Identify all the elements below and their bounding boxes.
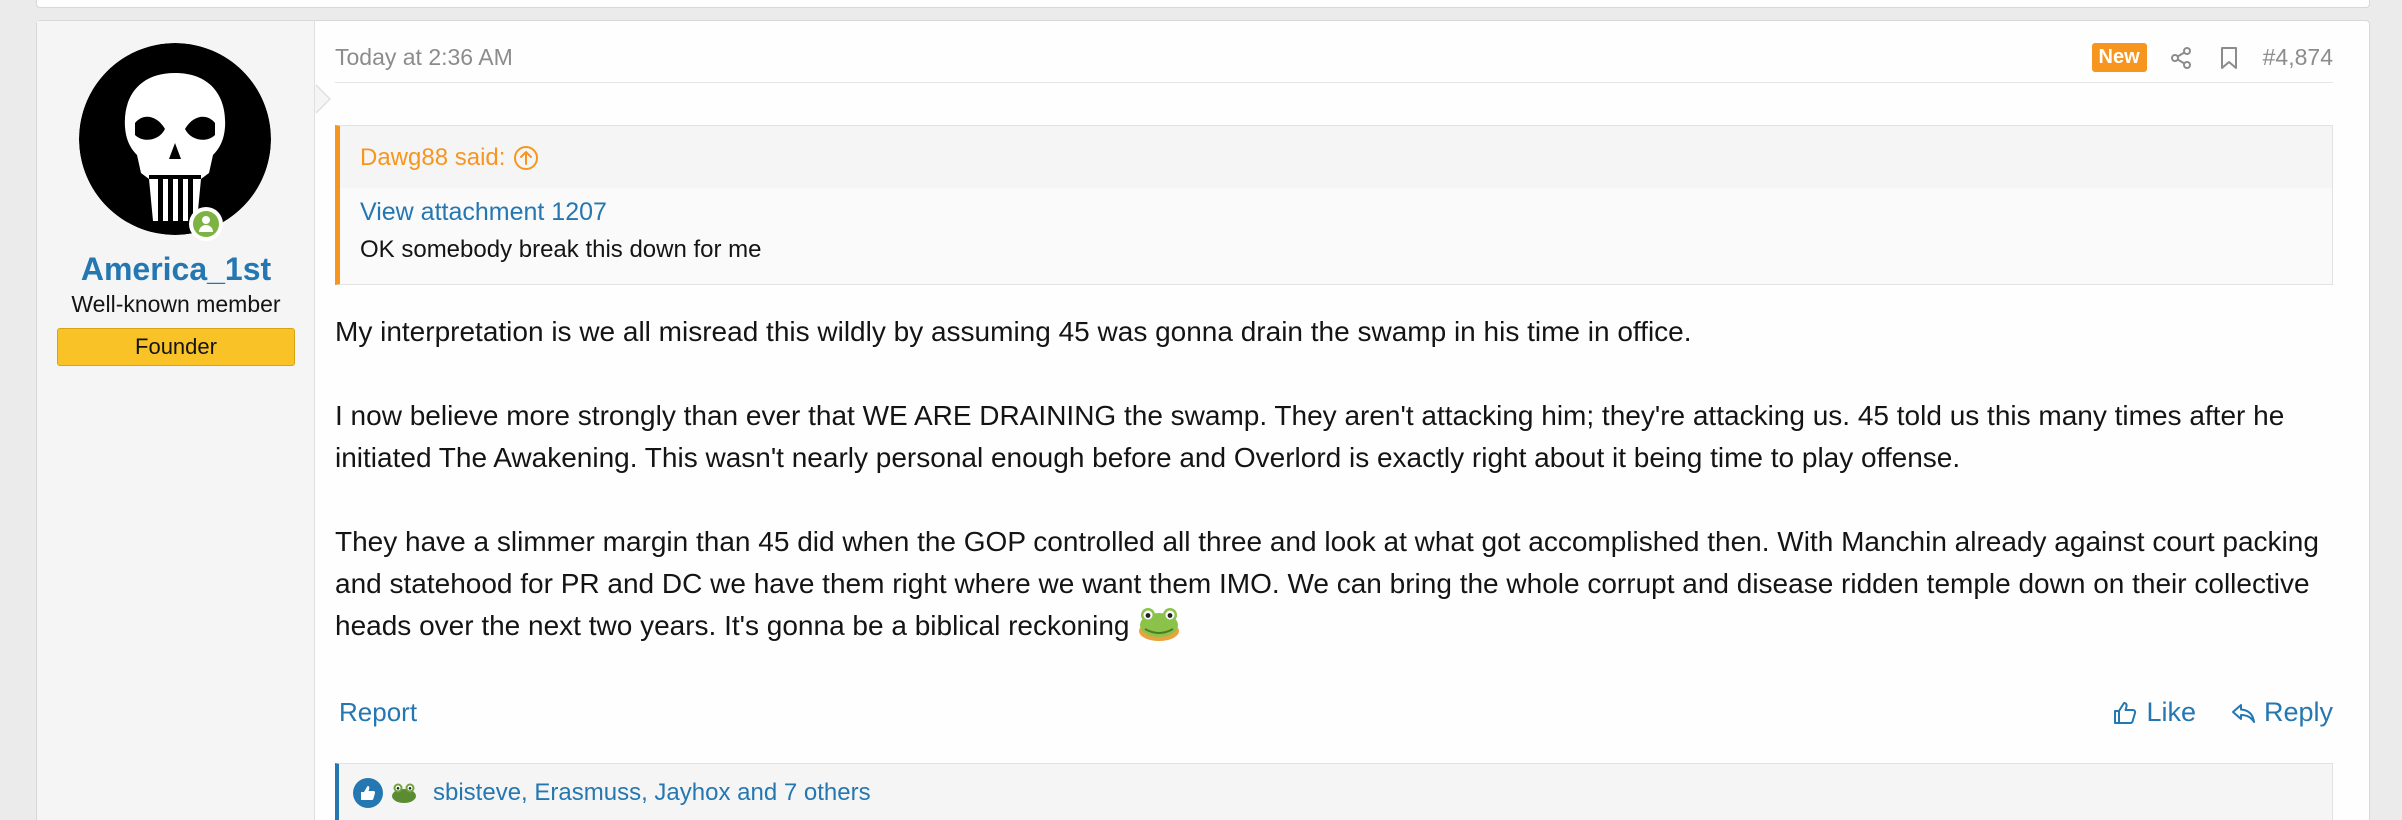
report-link[interactable]: Report (339, 697, 417, 728)
user-cell-arrow (315, 85, 329, 113)
footer-actions: Like Reply (2112, 697, 2333, 728)
user-banner: Founder (57, 328, 295, 366)
post-header: Today at 2:36 AM New #4,874 (335, 43, 2333, 83)
attachment-link[interactable]: View attachment 1207 (360, 198, 607, 227)
like-label: Like (2146, 697, 2196, 727)
reaction-user-link[interactable]: Erasmuss (534, 779, 641, 806)
avatar-punisher-skull (79, 43, 271, 235)
new-badge: New (2091, 43, 2147, 72)
quote-text: OK somebody break this down for me (360, 236, 762, 263)
frog-reaction-icon (392, 783, 416, 803)
post-footer: Report Like Reply (335, 691, 2333, 741)
post-timestamp[interactable]: Today at 2:36 AM (335, 44, 513, 71)
reaction-others-link[interactable]: and 7 others (737, 779, 870, 806)
post-actions: New #4,874 (2091, 43, 2333, 72)
post-number-link[interactable]: #4,874 (2263, 44, 2333, 71)
username-link[interactable]: America_1st (37, 251, 315, 288)
message-paragraph: My interpretation is we all misread this… (335, 316, 1692, 347)
thumbs-up-icon (2114, 701, 2137, 724)
message-paragraph: I now believe more strongly than ever th… (335, 400, 2285, 473)
like-button[interactable]: Like (2112, 697, 2196, 728)
forum-post: America_1st Well-known member Founder To… (36, 20, 2370, 820)
reaction-separator: , (521, 779, 535, 806)
online-icon (189, 207, 223, 241)
quote-author[interactable]: Dawg88 said: (360, 144, 505, 172)
message-paragraph-last: They have a slimmer margin than 45 did w… (335, 521, 2339, 647)
reply-icon (2231, 703, 2255, 723)
quote-block: Dawg88 said: View attachment 1207 OK som… (335, 125, 2333, 285)
user-title: Well-known member (71, 291, 281, 317)
quote-body: View attachment 1207 OK somebody break t… (340, 188, 2332, 284)
previous-post-edge (36, 0, 2370, 8)
reply-label: Reply (2263, 697, 2333, 727)
share-icon[interactable] (2167, 44, 2195, 72)
post-main: Today at 2:36 AM New #4,874 Dawg88 said:… (335, 21, 2369, 820)
message-paragraph-text: They have a slimmer margin than 45 did w… (335, 526, 2319, 641)
frog-emoji (1139, 608, 1180, 641)
reaction-user-link[interactable]: Jayhox (654, 779, 730, 806)
user-cell: America_1st Well-known member Founder (37, 21, 315, 820)
reaction-users: sbisteve, Erasmuss, Jayhox and 7 others (433, 779, 871, 807)
reaction-separator: , (641, 779, 655, 806)
quote-header[interactable]: Dawg88 said: (360, 144, 539, 172)
quote-jump-icon[interactable] (513, 145, 539, 171)
like-reaction-icon (353, 778, 383, 808)
avatar[interactable] (79, 43, 271, 235)
reaction-user-link[interactable]: sbisteve (433, 779, 521, 806)
reply-button[interactable]: Reply (2230, 697, 2333, 728)
bookmark-icon[interactable] (2215, 44, 2243, 72)
message-body: My interpretation is we all misread this… (335, 311, 2339, 689)
reactions-bar[interactable]: sbisteve, Erasmuss, Jayhox and 7 others (335, 763, 2333, 820)
